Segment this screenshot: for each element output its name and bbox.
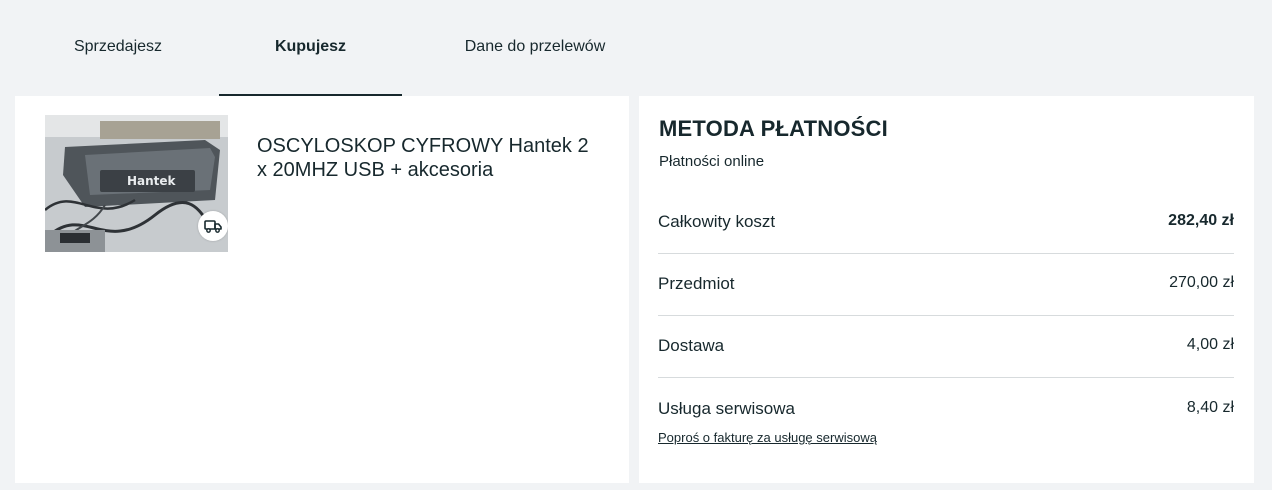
tab-kupujesz[interactable]: Kupujesz (219, 0, 402, 96)
payment-method: Płatności online (659, 153, 765, 170)
tab-sprzedajesz[interactable]: Sprzedajesz (38, 0, 198, 96)
service-fee-value: 8,40 zł (1186, 399, 1234, 416)
item-cost-value: 270,00 zł (1169, 274, 1234, 291)
tab-label: Sprzedajesz (73, 37, 163, 55)
payment-card: METODA PŁATNOŚCI Płatności online Całkow… (639, 96, 1254, 483)
item-card: Hantek OSCYLOSKOP CYFROWY Hantek 2 x 20M… (15, 96, 629, 483)
payment-heading: METODA PŁATNOŚCI (659, 116, 888, 141)
item-cost-label: Przedmiot (658, 274, 735, 293)
tabs-bar: Sprzedajesz Kupujesz Dane do przelewów (0, 0, 1272, 96)
tab-label: Kupujesz (274, 37, 347, 55)
tab-label: Dane do przelewów (464, 37, 606, 55)
total-cost-label: Całkowity koszt (658, 212, 776, 231)
shipping-cost-value: 4,00 zł (1186, 336, 1234, 353)
request-invoice-link[interactable]: Poproś o fakturę za usługę serwisową (658, 430, 877, 445)
shipping-badge (198, 211, 228, 241)
shipping-cost-row: Dostawa 4,00 zł (658, 316, 1234, 378)
item-cost-row: Przedmiot 270,00 zł (658, 254, 1234, 316)
item-title[interactable]: OSCYLOSKOP CYFROWY Hantek 2 x 20MHZ USB … (257, 134, 597, 182)
tab-dane-do-przelewow[interactable]: Dane do przelewów (440, 0, 630, 96)
total-cost-value: 282,40 zł (1168, 212, 1234, 229)
total-cost-row: Całkowity koszt 282,40 zł (658, 192, 1234, 254)
image-brand-text: Hantek (127, 174, 177, 188)
item-thumbnail[interactable]: Hantek (45, 115, 228, 252)
shipping-cost-label: Dostawa (658, 336, 725, 355)
truck-icon (204, 219, 222, 233)
service-fee-label: Usługa serwisowa (658, 399, 795, 418)
